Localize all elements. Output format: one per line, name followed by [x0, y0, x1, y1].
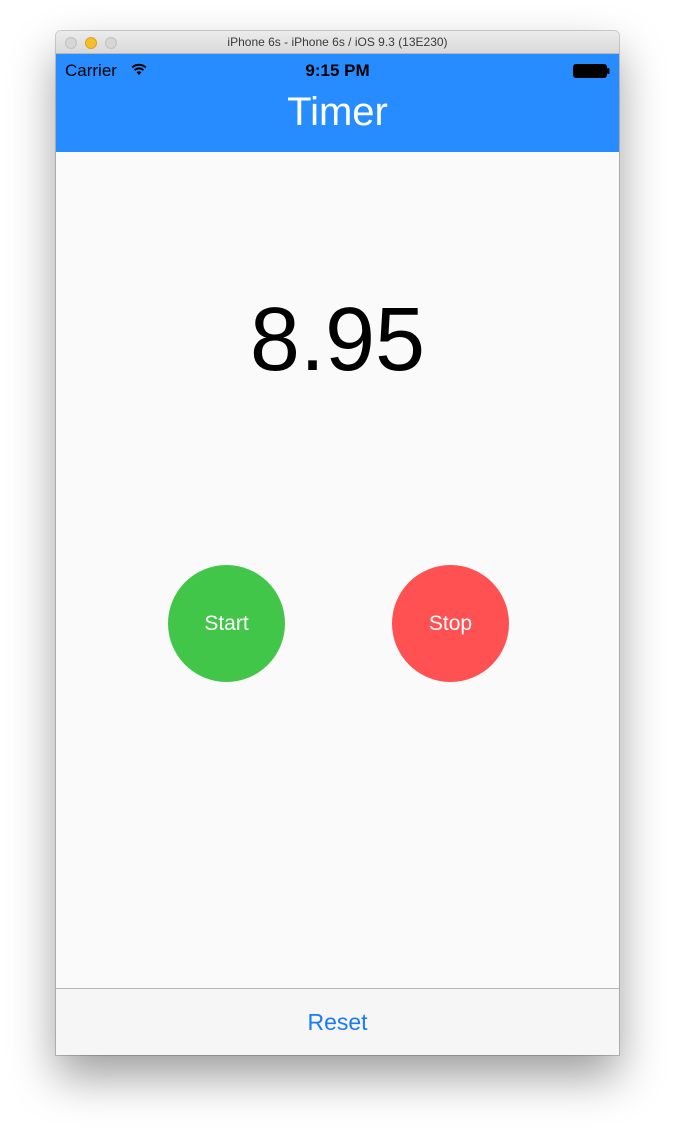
start-button[interactable]: Start	[168, 565, 285, 682]
battery-icon	[573, 64, 611, 83]
reset-button[interactable]: Reset	[56, 1009, 619, 1036]
simulator-window: iPhone 6s - iPhone 6s / iOS 9.3 (13E230)…	[56, 31, 619, 1055]
window-titlebar: iPhone 6s - iPhone 6s / iOS 9.3 (13E230)	[56, 31, 619, 54]
page-title: Timer	[287, 90, 388, 134]
status-time: 9:15 PM	[305, 61, 370, 80]
navigation-bar: Carrier 9:15 PM Timer	[56, 54, 619, 152]
stop-button[interactable]: Stop	[392, 565, 509, 682]
window-title: iPhone 6s - iPhone 6s / iOS 9.3 (13E230)	[227, 35, 448, 49]
timer-display: 8.95	[249, 290, 426, 390]
bottom-toolbar: Reset	[56, 988, 619, 1055]
